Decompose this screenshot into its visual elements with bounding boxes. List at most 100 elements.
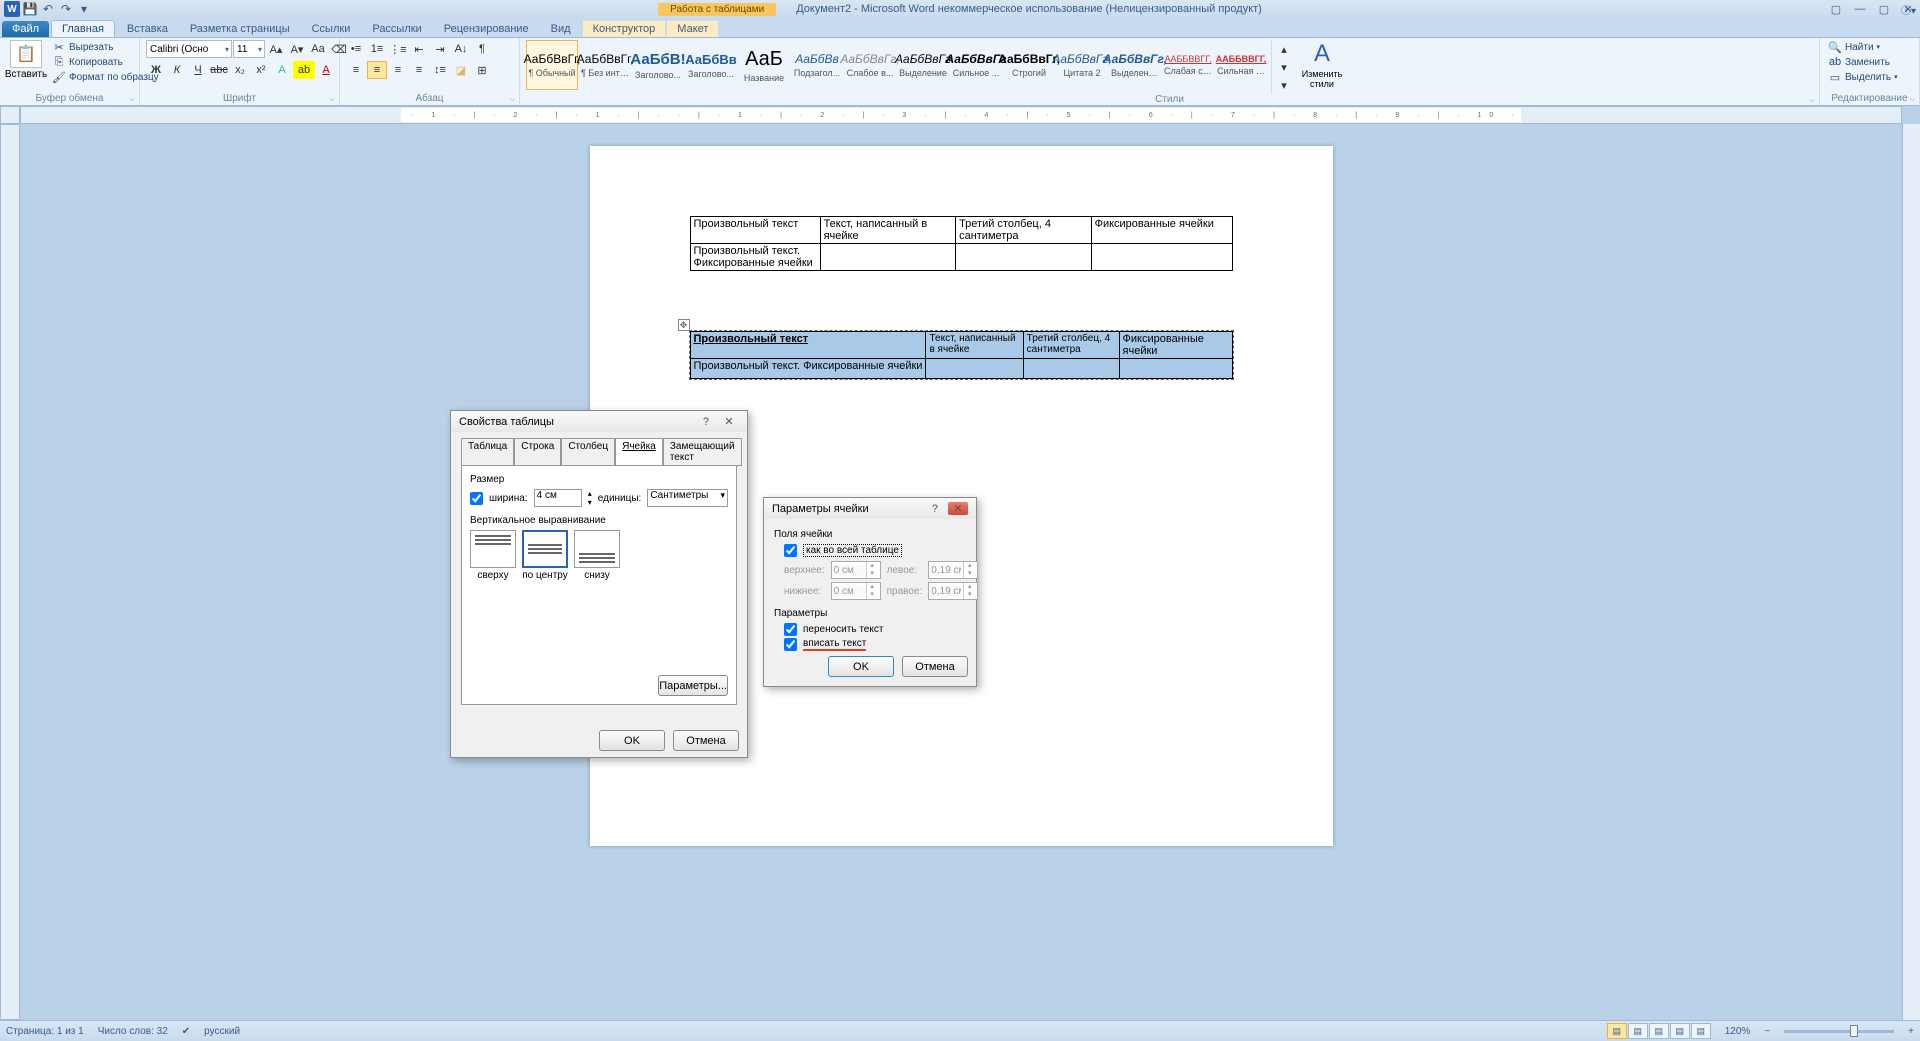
style-thumb[interactable]: АаБбВ!Заголово...	[632, 40, 684, 90]
font-family-combo[interactable]: Calibri (Осно	[146, 40, 232, 58]
change-case-icon[interactable]: Aa	[308, 40, 328, 58]
style-thumb[interactable]: ААББВВГГ,Слабая сс...	[1162, 40, 1214, 90]
valign-top-button[interactable]	[470, 530, 516, 568]
shading-icon[interactable]: ◪	[451, 61, 471, 79]
dialog-titlebar[interactable]: Свойства таблицы ? ✕	[451, 411, 747, 432]
dlg-tab-alt[interactable]: Замещающий текст	[663, 438, 742, 466]
qat-menu-icon[interactable]: ▾	[76, 1, 92, 17]
table-cell[interactable]	[1023, 359, 1119, 379]
bullets-icon[interactable]: •≡	[346, 40, 366, 58]
zoom-out-icon[interactable]: −	[1764, 1026, 1770, 1037]
tab-references[interactable]: Ссылки	[302, 21, 361, 37]
document-table-1[interactable]: Произвольный текст Текст, написанный в я…	[690, 216, 1233, 271]
fullscreen-view-icon[interactable]: ▤	[1628, 1023, 1648, 1039]
ok-button[interactable]: OK	[828, 656, 894, 677]
same-as-table-checkbox[interactable]	[784, 544, 797, 557]
table-cell[interactable]: Фиксированные ячейки	[1119, 332, 1232, 359]
language-status[interactable]: русский	[204, 1026, 240, 1037]
ok-button[interactable]: OK	[599, 730, 665, 751]
bold-icon[interactable]: Ж	[146, 61, 166, 79]
text-effects-icon[interactable]: A	[272, 61, 292, 79]
minimize-icon[interactable]: —	[1848, 1, 1872, 17]
table-cell[interactable]: Фиксированные ячейки	[1091, 217, 1232, 244]
save-icon[interactable]: 💾	[22, 1, 38, 17]
valign-bottom-button[interactable]	[574, 530, 620, 568]
styles-scroll-up-icon[interactable]: ▴	[1274, 40, 1294, 58]
tab-page-layout[interactable]: Разметка страницы	[180, 21, 300, 37]
help-icon[interactable]: ?	[925, 503, 945, 515]
dlg-tab-column[interactable]: Столбец	[561, 438, 615, 466]
indent-left-icon[interactable]: ⇤	[409, 40, 429, 58]
borders-icon[interactable]: ⊞	[472, 61, 492, 79]
style-thumb[interactable]: АаБбВвГг,Цитата 2	[1056, 40, 1108, 90]
dlg-tab-cell[interactable]: Ячейка	[615, 438, 663, 466]
tab-design[interactable]: Конструктор	[583, 21, 666, 37]
scrollbar-vertical[interactable]	[1902, 124, 1920, 1020]
maximize-icon[interactable]: ▢	[1872, 1, 1896, 17]
dlg-tab-row[interactable]: Строка	[514, 438, 561, 466]
table-cell[interactable]: Произвольный текст. Фиксированные ячейки	[690, 359, 926, 379]
justify-icon[interactable]: ≡	[409, 61, 429, 79]
fit-text-checkbox[interactable]	[784, 638, 797, 651]
table-cell[interactable]	[1119, 359, 1232, 379]
zoom-level[interactable]: 120%	[1725, 1026, 1751, 1037]
table-cell[interactable]: Текст, написанный в ячейке	[820, 217, 956, 244]
tab-file[interactable]: Файл	[2, 21, 49, 37]
tab-insert[interactable]: Вставка	[117, 21, 178, 37]
align-right-icon[interactable]: ≡	[388, 61, 408, 79]
table-cell[interactable]: Произвольный текст	[690, 332, 926, 359]
styles-scroll-down-icon[interactable]: ▾	[1274, 58, 1294, 76]
help-icon[interactable]: ?	[696, 416, 716, 428]
cancel-button[interactable]: Отмена	[673, 730, 739, 751]
subscript-icon[interactable]: x₂	[230, 61, 250, 79]
select-button[interactable]: ▭Выделить▾	[1826, 70, 1900, 84]
width-checkbox[interactable]	[470, 492, 483, 505]
tab-home[interactable]: Главная	[51, 20, 115, 37]
ribbon-minimize-icon[interactable]: ▢	[1824, 1, 1848, 17]
close-icon[interactable]: ✕	[948, 502, 968, 515]
highlight-icon[interactable]: ab	[293, 61, 315, 79]
ruler-corner[interactable]	[0, 106, 20, 124]
replace-button[interactable]: abЗаменить	[1826, 55, 1900, 69]
style-thumb[interactable]: АаБбВвПодзагол...	[791, 40, 843, 90]
table-cell[interactable]: Третий столбец, 4 сантиметра	[956, 217, 1092, 244]
style-thumb[interactable]: АаБбВвГг,¶ Без инте...	[579, 40, 631, 90]
line-spacing-icon[interactable]: ↕≡	[430, 61, 450, 79]
redo-icon[interactable]: ↷	[58, 1, 74, 17]
tab-layout[interactable]: Макет	[667, 21, 718, 37]
draft-view-icon[interactable]: ▤	[1691, 1023, 1711, 1039]
spell-check-icon[interactable]: ✔	[182, 1026, 190, 1037]
table-cell[interactable]	[1091, 244, 1232, 271]
wrap-text-checkbox[interactable]	[784, 623, 797, 636]
font-size-combo[interactable]: 11	[233, 40, 265, 58]
table-cell[interactable]: Произвольный текст	[690, 217, 820, 244]
page-status[interactable]: Страница: 1 из 1	[6, 1026, 84, 1037]
italic-icon[interactable]: К	[167, 61, 187, 79]
style-thumb[interactable]: АаБбВвГг,¶ Обычный	[526, 40, 578, 90]
help-icon[interactable]: ⓘ▾	[1901, 2, 1916, 17]
document-table-2[interactable]: Произвольный текст Текст, написанный в я…	[690, 331, 1233, 379]
underline-icon[interactable]: Ч	[188, 61, 208, 79]
table-cell[interactable]	[956, 244, 1092, 271]
sort-icon[interactable]: A↓	[451, 40, 471, 58]
zoom-in-icon[interactable]: +	[1908, 1026, 1914, 1037]
table-cell[interactable]: Третий столбец, 4 сантиметра	[1023, 332, 1119, 359]
word-count[interactable]: Число слов: 32	[98, 1026, 168, 1037]
style-thumb[interactable]: АаБбВвГг,Выделенн...	[1109, 40, 1161, 90]
zoom-slider[interactable]	[1784, 1030, 1894, 1033]
web-layout-view-icon[interactable]: ▤	[1649, 1023, 1669, 1039]
tab-view[interactable]: Вид	[541, 21, 581, 37]
table-cell[interactable]: Текст, написанный в ячейке	[926, 332, 1023, 359]
valign-center-button[interactable]	[522, 530, 568, 568]
dialog-titlebar[interactable]: Параметры ячейки ? ✕	[764, 498, 976, 519]
style-thumb[interactable]: АаБбВвГг,Слабое в...	[844, 40, 896, 90]
width-input[interactable]: 4 см	[534, 489, 582, 507]
ruler-horizontal[interactable]: · 1 · | · 2 · | · 1 · | · · | · 1 · | · …	[20, 106, 1902, 124]
style-thumb[interactable]: АаБбВвГгВыделение	[897, 40, 949, 90]
indent-right-icon[interactable]: ⇥	[430, 40, 450, 58]
style-thumb[interactable]: АаБбВвГгСильное ...	[950, 40, 1002, 90]
table-cell[interactable]	[926, 359, 1023, 379]
style-thumb[interactable]: АаБбВвЗаголово...	[685, 40, 737, 90]
dlg-tab-table[interactable]: Таблица	[461, 438, 514, 466]
strike-icon[interactable]: abc	[209, 61, 229, 79]
